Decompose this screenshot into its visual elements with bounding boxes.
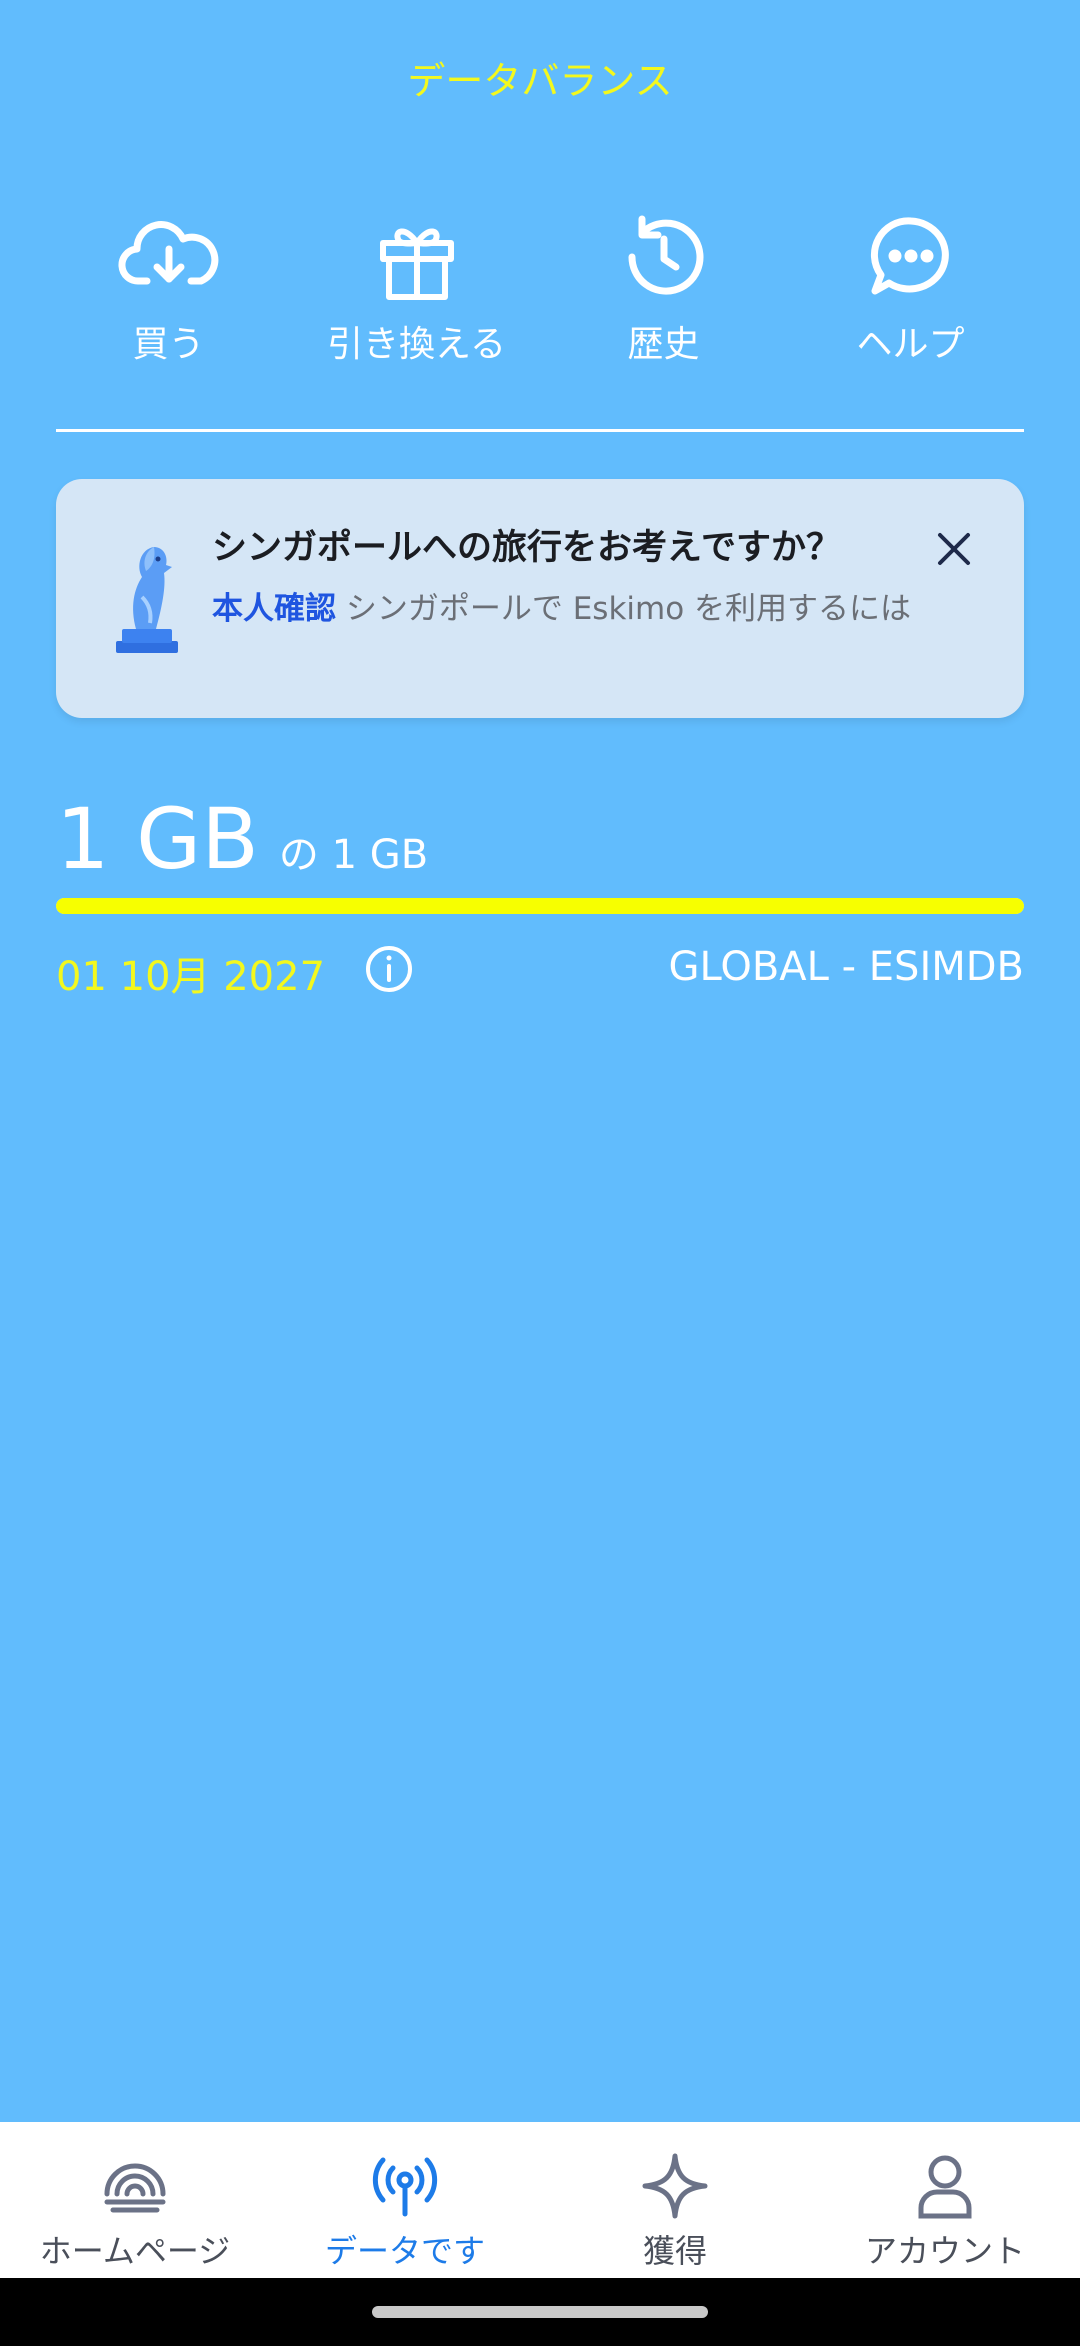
home-rings-icon [99, 2150, 171, 2222]
nav-earn[interactable]: 獲得 [540, 2122, 810, 2278]
nav-data[interactable]: データです [270, 2122, 540, 2278]
nav-account[interactable]: アカウント [810, 2122, 1080, 2278]
merlion-icon [106, 537, 196, 657]
identity-verification-link[interactable]: 本人確認 [212, 591, 336, 627]
info-icon[interactable] [364, 944, 414, 994]
gift-icon [365, 205, 469, 309]
person-icon [909, 2150, 981, 2222]
buy-label: 買う [132, 324, 205, 365]
nav-home-label: ホームページ [39, 2232, 231, 2270]
promo-body-text: シンガポールで Eskimo を利用するには [336, 591, 912, 627]
buy-button[interactable]: 買う [45, 205, 292, 375]
total-data: の 1 GB [278, 832, 429, 878]
redeem-label: 引き換える [327, 324, 506, 365]
nav-earn-label: 獲得 [642, 2232, 707, 2270]
quick-actions: 買う 引き換える 歴史 ヘルプ [0, 205, 1080, 375]
help-button[interactable]: ヘルプ [787, 205, 1034, 375]
plan-name: GLOBAL - ESIMDB [668, 944, 1024, 990]
nav-home[interactable]: ホームページ [0, 2122, 270, 2278]
nav-account-label: アカウント [864, 2232, 1025, 2270]
home-indicator[interactable] [372, 2306, 708, 2318]
history-button[interactable]: 歴史 [540, 205, 787, 375]
promo-body: 本人確認 シンガポールで Eskimo を利用するには [212, 577, 972, 641]
page-title: データバランス [407, 59, 673, 103]
help-label: ヘルプ [856, 324, 965, 365]
antenna-icon [369, 2150, 441, 2222]
close-icon[interactable] [932, 527, 976, 571]
chat-icon [859, 205, 963, 309]
nav-data-label: データです [324, 2232, 485, 2270]
data-usage: 1 GB の 1 GB [56, 790, 428, 890]
singapore-promo-card[interactable]: シンガポールへの旅行をお考えですか？ 本人確認 シンガポールで Eskimo を… [56, 479, 1024, 718]
data-progress-fill [56, 898, 1024, 914]
remaining-data: 1 GB [56, 790, 259, 888]
data-progress-bar [56, 898, 1024, 914]
sparkle-icon [639, 2150, 711, 2222]
bottom-navigation: ホームページ データです 獲得 アカウント [0, 2122, 1080, 2278]
divider [56, 429, 1024, 432]
promo-headline: シンガポールへの旅行をお考えですか？ [212, 528, 841, 568]
expiry-date: 01 10月 2027 [56, 954, 326, 1000]
history-label: 歴史 [627, 324, 700, 365]
redeem-button[interactable]: 引き換える [293, 205, 540, 375]
history-icon [612, 205, 716, 309]
cloud-download-icon [117, 205, 221, 309]
